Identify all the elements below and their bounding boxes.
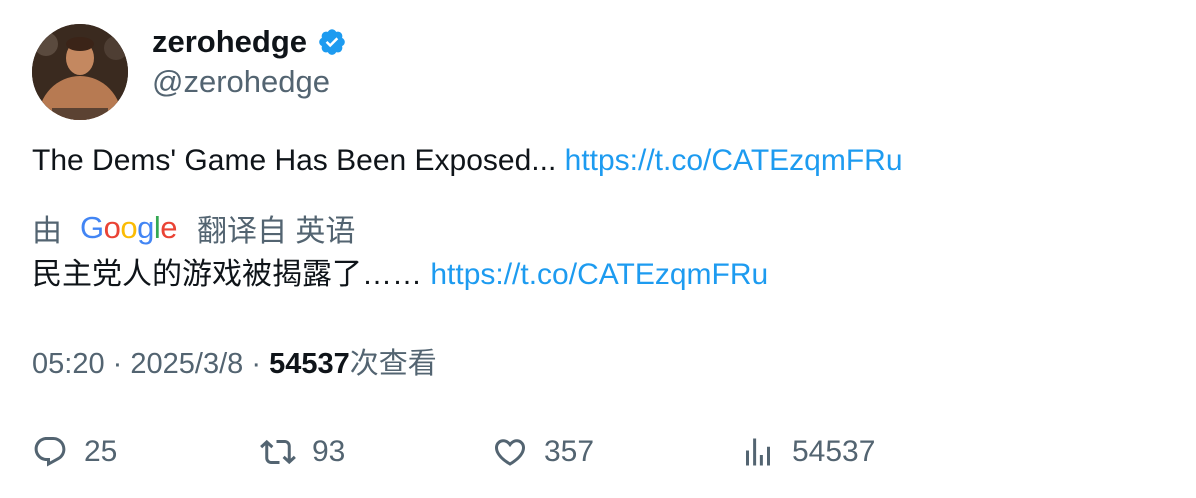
tweet-text: The Dems' Game Has Been Exposed... https…	[32, 140, 903, 182]
google-logo: Google	[80, 210, 178, 245]
reply-count: 25	[84, 435, 118, 468]
translated-link[interactable]: https://t.co/CATEzqmFRu	[430, 258, 768, 291]
retweet-icon	[260, 439, 296, 465]
like-count: 357	[544, 435, 595, 468]
translated-body: 民主党人的游戏被揭露了……	[32, 258, 422, 291]
translation-attribution: 由 Google 翻译自 英语	[32, 207, 355, 249]
retweet-button[interactable]: 93	[260, 430, 345, 474]
display-name[interactable]: zerohedge	[152, 22, 347, 62]
meta-separator: ·	[251, 348, 261, 380]
reply-button[interactable]: 25	[32, 430, 117, 474]
tweet-date[interactable]: 2025/3/8	[130, 348, 243, 380]
views-count: 54537	[792, 435, 876, 468]
reply-icon	[34, 437, 66, 467]
heart-icon	[494, 439, 526, 466]
views-button[interactable]: 54537	[740, 430, 875, 474]
tweet-time[interactable]: 05:20	[32, 348, 105, 380]
tweet-body: The Dems' Game Has Been Exposed...	[32, 144, 557, 177]
views-chart-icon	[746, 438, 770, 466]
display-name-text[interactable]: zerohedge	[152, 22, 307, 62]
translated-by-label: 由	[32, 215, 62, 248]
verified-badge-icon	[319, 29, 345, 55]
meta-separator: ·	[112, 348, 123, 380]
translated-from-label[interactable]: 翻译自 英语	[197, 206, 355, 250]
tweet-meta: 05:20 · 2025/3/8 · 54537次查看	[32, 343, 437, 385]
avatar[interactable]	[32, 24, 128, 120]
like-button[interactable]: 357	[492, 430, 594, 474]
view-count: 54537	[269, 348, 350, 380]
action-bar: 25 93 357 54537	[32, 430, 1164, 474]
view-count-label: 次查看	[349, 348, 437, 380]
user-handle[interactable]: @zerohedge	[152, 62, 330, 102]
tweet-link[interactable]: https://t.co/CATEzqmFRu	[565, 144, 903, 177]
translated-text: 民主党人的游戏被揭露了…… https://t.co/CATEzqmFRu	[32, 254, 768, 296]
retweet-count: 93	[312, 435, 346, 468]
